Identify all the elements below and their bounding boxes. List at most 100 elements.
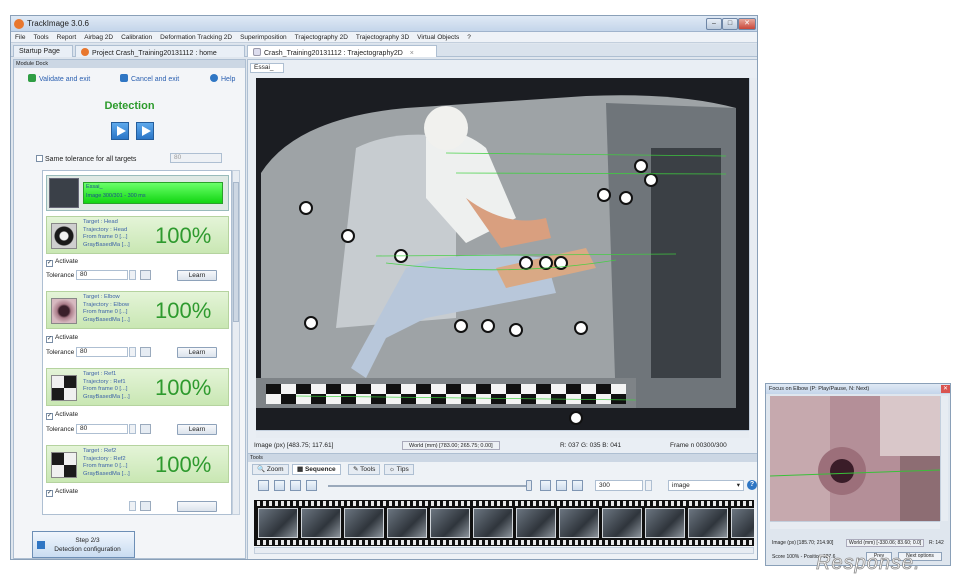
play-button[interactable] xyxy=(111,122,129,140)
picker-icon[interactable] xyxy=(140,424,151,434)
frame-slider-thumb[interactable] xyxy=(526,480,532,491)
tolerance-input[interactable]: 80 xyxy=(76,424,128,434)
activate-checkbox[interactable]: ✓ Activate xyxy=(46,411,78,420)
target-method: GrayBasedMa [...] xyxy=(83,393,130,400)
checker-square xyxy=(431,384,446,394)
frame-number-input[interactable]: 300 xyxy=(595,480,643,491)
list-scrollbar-thumb[interactable] xyxy=(233,182,239,322)
tolerance-spinner[interactable] xyxy=(129,424,136,434)
menu-file[interactable]: File xyxy=(11,32,29,42)
learn-button[interactable]: Learn xyxy=(177,424,217,435)
close-button[interactable]: ✕ xyxy=(738,18,756,30)
tolerance-input[interactable]: 80 xyxy=(76,347,128,357)
target-card-head[interactable]: Target : Head Trajectory : Head From fra… xyxy=(46,216,229,254)
frame-spinner[interactable] xyxy=(645,480,652,491)
next-frame-button[interactable] xyxy=(556,480,567,491)
tolerance-spinner[interactable] xyxy=(129,501,136,511)
tab-zoom[interactable]: 🔍 Zoom xyxy=(252,464,289,475)
picker-icon[interactable] xyxy=(140,347,151,357)
menu-calibration[interactable]: Calibration xyxy=(117,32,156,42)
film-frame[interactable] xyxy=(516,508,556,538)
tolerance-input[interactable]: 80 xyxy=(76,270,128,280)
tracking-marker xyxy=(569,411,583,425)
filmstrip-scrollbar[interactable] xyxy=(254,547,754,554)
focus-scrollbar-horizontal[interactable] xyxy=(770,521,940,529)
film-frame[interactable] xyxy=(688,508,728,538)
film-frame[interactable] xyxy=(387,508,427,538)
frame-slider-track[interactable] xyxy=(328,485,528,487)
display-mode-select[interactable]: image ▾ xyxy=(668,480,744,491)
first-frame-button[interactable] xyxy=(274,480,285,491)
tab-tools[interactable]: ✎ Tools xyxy=(348,464,381,475)
menu-superimposition[interactable]: Superimposition xyxy=(236,32,291,42)
menu-virtual-objects[interactable]: Virtual Objects xyxy=(413,32,463,42)
tab-sequence[interactable]: ▦ Sequence xyxy=(292,464,341,475)
video-viewer[interactable] xyxy=(256,78,749,430)
response-watermark: Response. xyxy=(816,552,921,575)
same-tolerance-input[interactable]: 80 xyxy=(170,153,222,163)
tracking-marker xyxy=(299,201,313,215)
picker-icon[interactable] xyxy=(140,501,151,511)
tab-close-icon[interactable]: × xyxy=(410,50,414,57)
tab-project-home[interactable]: Project Crash_Training20131112 : home xyxy=(75,45,245,57)
focus-close-button[interactable]: ✕ xyxy=(941,385,950,393)
validate-exit-button[interactable]: Validate and exit xyxy=(28,74,90,83)
film-frame[interactable] xyxy=(344,508,384,538)
prev-frame-button[interactable] xyxy=(290,480,301,491)
learn-button[interactable] xyxy=(177,501,217,512)
film-frame[interactable] xyxy=(430,508,470,538)
target-card-elbow[interactable]: Target : Elbow Trajectory : Elbow From f… xyxy=(46,291,229,329)
focus-zoom-image[interactable] xyxy=(770,396,940,521)
zoomed-elbow-image xyxy=(770,396,940,521)
tracking-marker xyxy=(304,316,318,330)
help-button[interactable]: Help xyxy=(210,74,235,83)
menu-trajectography-2d[interactable]: Trajectography 2D xyxy=(291,32,352,42)
filmstrip[interactable] xyxy=(254,500,754,546)
step-detection-button[interactable]: Step 2/3 Detection configuration xyxy=(32,531,135,558)
cancel-exit-button[interactable]: Cancel and exit xyxy=(120,74,179,83)
viewer-scrollbar-vertical[interactable] xyxy=(749,78,757,430)
minimize-button[interactable]: – xyxy=(706,18,722,30)
target-card-ref1[interactable]: Target : Ref1 Trajectory : Ref1 From fra… xyxy=(46,368,229,406)
help-icon[interactable]: ? xyxy=(747,480,757,490)
film-frame[interactable] xyxy=(258,508,298,538)
menu-deformation-tracking[interactable]: Deformation Tracking 2D xyxy=(156,32,236,42)
learn-button[interactable]: Learn xyxy=(177,270,217,281)
film-frame[interactable] xyxy=(473,508,513,538)
tracking-marker xyxy=(519,256,533,270)
target-name: Target : Ref1 xyxy=(83,371,117,377)
menu-trajectography-3d[interactable]: Trajectography 3D xyxy=(352,32,413,42)
tab-startup-page[interactable]: Startup Page xyxy=(13,45,73,57)
film-frame[interactable] xyxy=(301,508,341,538)
activate-checkbox[interactable]: ✓ Activate xyxy=(46,488,78,497)
tolerance-spinner[interactable] xyxy=(129,270,136,280)
tab-trajectography2d[interactable]: Crash_Training20131112 : Trajectography2… xyxy=(247,45,437,57)
menu-report[interactable]: Report xyxy=(53,32,81,42)
play-all-button[interactable] xyxy=(136,122,154,140)
tab-essai[interactable]: Essai_ xyxy=(250,63,284,73)
film-frame[interactable] xyxy=(602,508,642,538)
last-frame-button[interactable] xyxy=(572,480,583,491)
menu-help[interactable]: ? xyxy=(463,32,475,42)
target-card-ref2[interactable]: Target : Ref2 Trajectory : Ref2 From fra… xyxy=(46,445,229,483)
focus-scrollbar-vertical[interactable] xyxy=(940,396,948,521)
activate-checkbox[interactable]: ✓ Activate xyxy=(46,258,78,267)
viewer-scrollbar-horizontal[interactable] xyxy=(256,430,749,438)
learn-button[interactable]: Learn xyxy=(177,347,217,358)
film-frame[interactable] xyxy=(645,508,685,538)
menu-airbag-2d[interactable]: Airbag 2D xyxy=(80,32,117,42)
activate-checkbox[interactable]: ✓ Activate xyxy=(46,334,78,343)
tab-tips-label: Tips xyxy=(396,466,409,473)
tab-tips[interactable]: ☼ Tips xyxy=(384,464,414,475)
essai-item[interactable]: Essai_ Image 300/301 - 300 ms xyxy=(46,175,229,211)
record-button[interactable] xyxy=(258,480,269,491)
step-forward-button[interactable] xyxy=(540,480,551,491)
picker-icon[interactable] xyxy=(140,270,151,280)
film-frame[interactable] xyxy=(559,508,599,538)
same-tolerance-checkbox[interactable]: Same tolerance for all targets xyxy=(36,155,136,163)
step-back-button[interactable] xyxy=(306,480,317,491)
film-frame[interactable] xyxy=(731,508,754,538)
maximize-button[interactable]: □ xyxy=(722,18,738,30)
menu-tools[interactable]: Tools xyxy=(29,32,52,42)
tolerance-spinner[interactable] xyxy=(129,347,136,357)
